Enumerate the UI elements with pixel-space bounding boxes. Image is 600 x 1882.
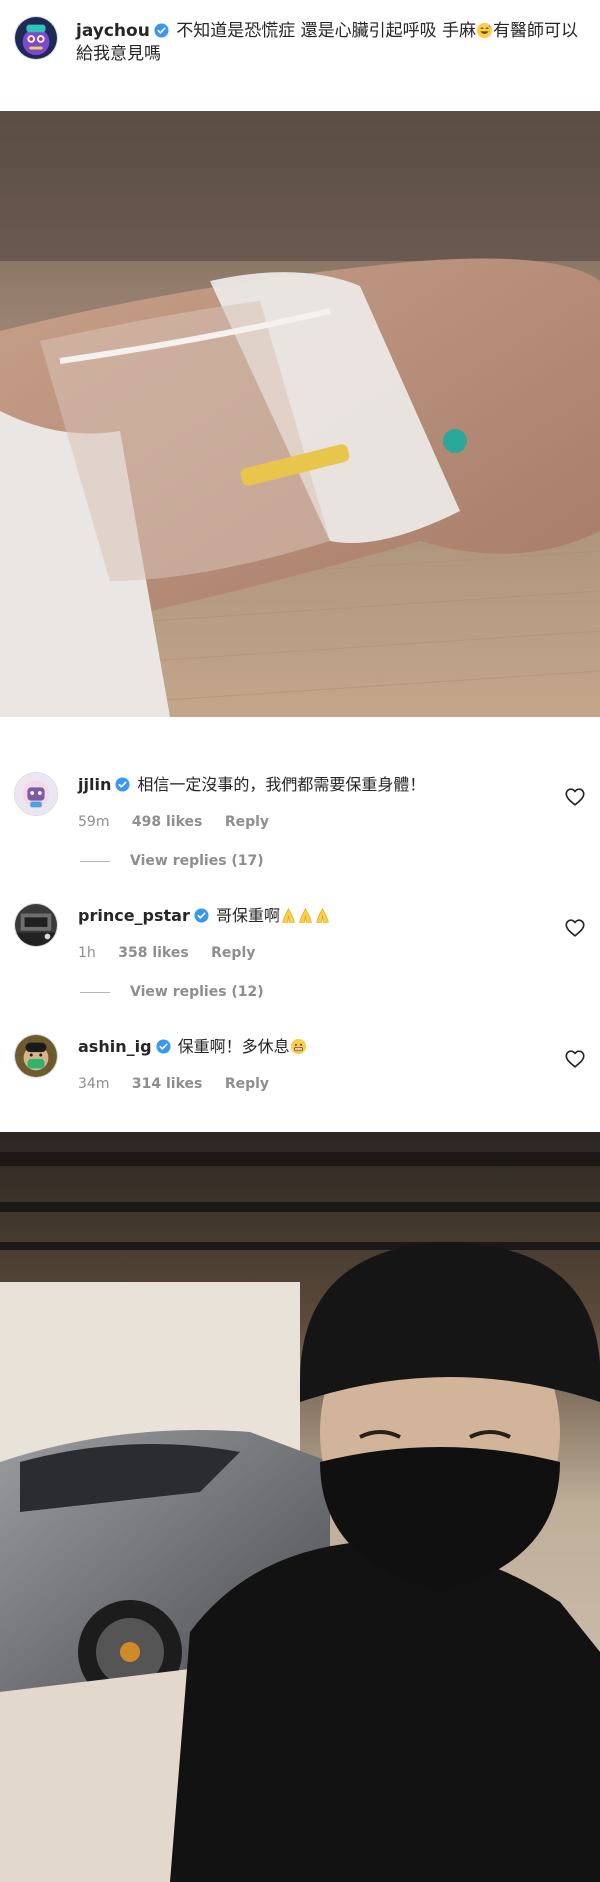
comment-text: 哥保重啊 [215, 906, 280, 925]
verified-badge-icon [194, 908, 209, 923]
comment-text: 保重啊！多休息 [177, 1037, 290, 1056]
comment-username[interactable]: ashin_ig [78, 1037, 152, 1056]
replies-divider [80, 860, 110, 862]
folded-hands-emoji [280, 906, 331, 925]
reply-button[interactable]: Reply [225, 814, 269, 830]
grimacing-face-emoji [290, 1038, 307, 1055]
comment-meta: 1h 358 likes Reply [78, 945, 273, 961]
comment-item: ashin_ig 保重啊！多休息 34m 314 likes Reply [0, 1026, 600, 1126]
heart-icon[interactable] [564, 1048, 586, 1070]
view-replies-label: View replies (12) [130, 984, 264, 1000]
comment-meta: 59m 498 likes Reply [78, 814, 287, 830]
post-header: jaychou 不知道是恐慌症 還是心臟引起呼吸 手麻 有醫師可以給我意見嗎 [0, 0, 600, 110]
comment-item: prince_pstar 哥保重啊 1h 358 likes Reply [0, 895, 600, 995]
reply-button[interactable]: Reply [211, 945, 255, 961]
comment-meta: 34m 314 likes Reply [78, 1076, 287, 1092]
jjlin-avatar[interactable] [14, 772, 58, 816]
heart-icon[interactable] [564, 917, 586, 939]
reply-button[interactable]: Reply [225, 1076, 269, 1092]
view-replies-button[interactable]: View replies (12) [80, 984, 264, 1000]
comment-likes[interactable]: 498 likes [132, 814, 202, 830]
heart-icon[interactable] [564, 786, 586, 808]
comment-time: 34m [78, 1076, 110, 1092]
comment-line: ashin_ig 保重啊！多休息 [78, 1036, 307, 1058]
view-replies-label: View replies (17) [130, 853, 264, 869]
jaychou-avatar[interactable] [14, 16, 58, 60]
comment-item: jjlin 相信一定沒事的，我們都需要保重身體！ 59m 498 likes R… [0, 764, 600, 864]
verified-badge-icon [156, 1039, 171, 1054]
caption-username[interactable]: jaychou [76, 21, 150, 41]
comment-likes[interactable]: 314 likes [132, 1076, 202, 1092]
verified-badge-icon [154, 23, 169, 38]
sweat-smile-emoji [476, 22, 493, 39]
comment-text: 相信一定沒事的，我們都需要保重身體！ [137, 775, 426, 794]
comment-likes[interactable]: 358 likes [118, 945, 188, 961]
verified-badge-icon [115, 777, 130, 792]
post-photo-iv-arm[interactable] [0, 111, 600, 717]
ashin-ig-avatar[interactable] [14, 1034, 58, 1078]
caption-text: 不知道是恐慌症 還是心臟引起呼吸 手麻 [176, 21, 477, 41]
comment-line: jjlin 相信一定沒事的，我們都需要保重身體！ [78, 774, 425, 796]
view-replies-button[interactable]: View replies (17) [80, 853, 264, 869]
prince-pstar-avatar[interactable] [14, 903, 58, 947]
post-caption: jaychou 不知道是恐慌症 還是心臟引起呼吸 手麻 有醫師可以給我意見嗎 [76, 20, 588, 66]
comment-time: 59m [78, 814, 110, 830]
comment-username[interactable]: jjlin [78, 775, 111, 794]
comment-username[interactable]: prince_pstar [78, 906, 190, 925]
comment-time: 1h [78, 945, 96, 961]
post-photo-selfie-car[interactable] [0, 1132, 600, 1882]
replies-divider [80, 991, 110, 993]
comment-line: prince_pstar 哥保重啊 [78, 905, 331, 927]
